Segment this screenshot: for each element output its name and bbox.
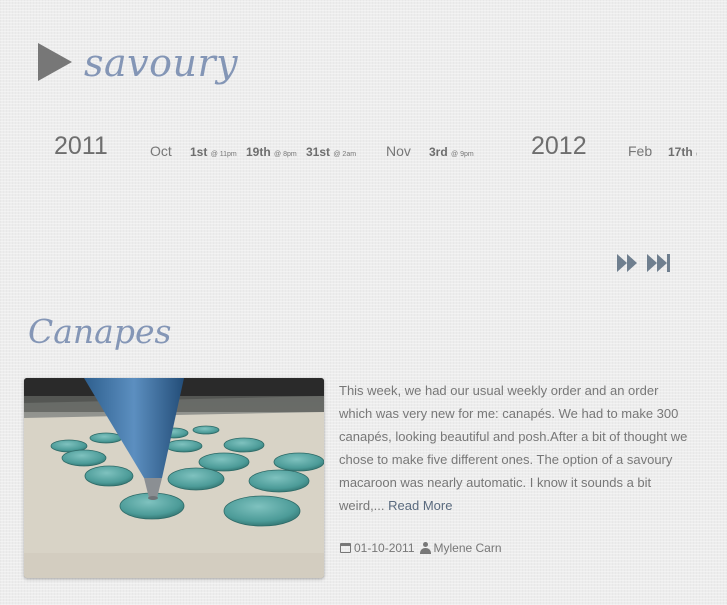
timeline-day-label: 3rd [429,145,448,159]
timeline-day-time: @ 2am [333,151,357,158]
skip-to-end-icon[interactable] [647,254,670,272]
site-title[interactable]: savoury [84,41,238,85]
timeline-day-label: 19th [246,145,271,159]
site-header: savoury [38,36,238,96]
read-more-link[interactable]: Read More [388,498,452,513]
timeline-month-feb[interactable]: Feb [628,143,652,159]
timeline: 2011 Oct 1st @ 11pm 19th @ 8pm 31st @ 2a… [0,120,697,180]
post-author[interactable]: Mylene Carn [434,541,502,555]
timeline-month-oct[interactable]: Oct [150,143,172,159]
play-icon [38,43,72,81]
post-excerpt-text: This week, we had our usual weekly order… [339,383,688,513]
post-date: 01-10-2011 [354,541,415,555]
macaron-photo [24,378,324,578]
timeline-day-link[interactable]: 31st @ 2am [306,145,356,159]
user-icon [419,542,431,554]
timeline-day-link[interactable]: 3rd @ 9pm [429,145,474,159]
timeline-day-time: @ 9pm [451,151,474,158]
timeline-month-nov[interactable]: Nov [386,143,411,159]
timeline-day-link[interactable]: 1st @ 11pm [190,145,237,159]
post-excerpt: This week, we had our usual weekly order… [339,379,691,517]
timeline-day-link[interactable]: 19th @ 8pm [246,145,297,159]
fast-forward-icon[interactable] [617,254,637,272]
timeline-year-2012[interactable]: 2012 [531,132,587,161]
timeline-day-link[interactable]: 17th @ [668,145,697,159]
timeline-navigation [617,254,670,272]
timeline-year-2011[interactable]: 2011 [54,132,108,161]
calendar-icon [340,543,351,553]
timeline-day-label: 31st [306,145,331,159]
timeline-day-time: @ [696,151,697,158]
timeline-day-time: @ 11pm [210,151,237,158]
post-title[interactable]: Canapes [28,312,171,351]
timeline-day-time: @ 8pm [274,151,297,158]
timeline-day-label: 1st [190,145,208,159]
post-image[interactable] [24,378,324,578]
timeline-day-label: 17th [668,145,693,159]
post-meta: 01-10-2011 Mylene Carn [340,541,502,555]
